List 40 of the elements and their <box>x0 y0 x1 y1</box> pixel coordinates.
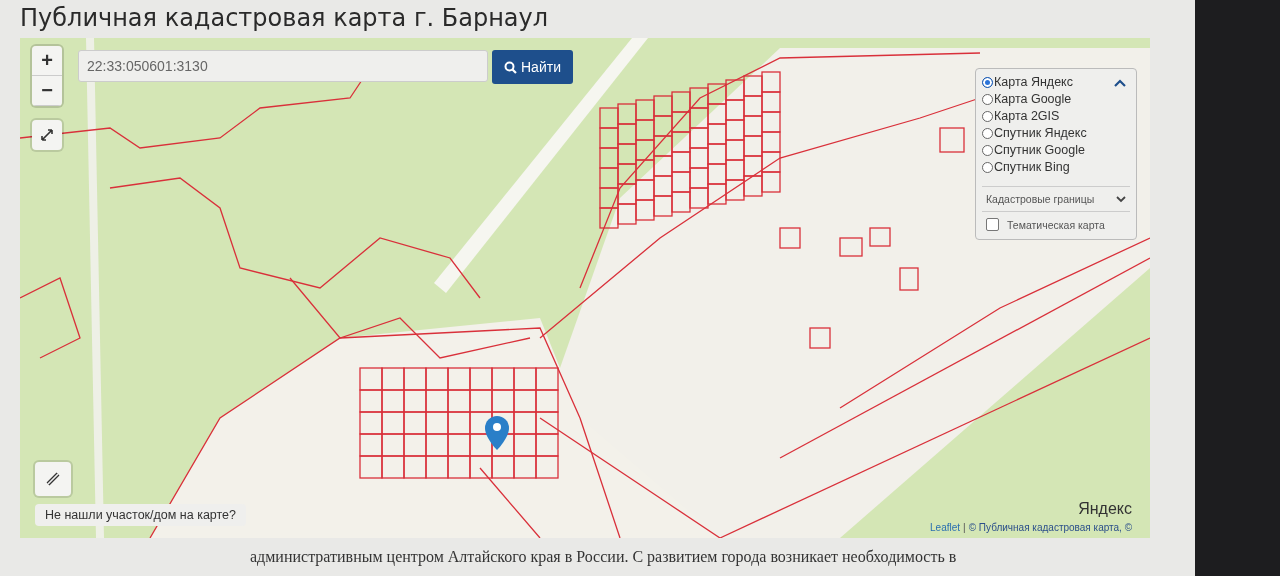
layer-label: Карта 2GIS <box>994 109 1060 123</box>
layer-option[interactable]: Спутник Яндекс <box>982 126 1130 140</box>
radio-button[interactable] <box>982 127 993 139</box>
radio-button[interactable] <box>982 76 993 88</box>
fullscreen-button[interactable] <box>32 120 62 150</box>
layer-option[interactable]: Спутник Google <box>982 143 1130 157</box>
zoom-out-button[interactable]: − <box>32 76 62 106</box>
leaflet-link[interactable]: Leaflet <box>930 522 961 533</box>
measure-button[interactable] <box>35 462 71 496</box>
location-pin-icon <box>485 416 509 450</box>
zoom-in-button[interactable]: + <box>32 46 62 76</box>
help-link[interactable]: Не нашли участок/дом на карте? <box>35 504 247 526</box>
search-field[interactable]: 22:33:050601:3130 <box>78 50 488 82</box>
overlay-select[interactable]: Кадастровые границы <box>982 186 1130 212</box>
checkbox[interactable] <box>986 218 999 231</box>
layer-option[interactable]: Спутник Bing <box>982 160 1130 174</box>
layer-label: Карта Яндекс <box>994 75 1073 89</box>
layer-label: Спутник Яндекс <box>994 126 1087 140</box>
radio-button[interactable] <box>982 110 993 122</box>
layer-label: Спутник Bing <box>994 160 1070 174</box>
layer-option[interactable]: Карта Google <box>982 92 1130 106</box>
radio-button[interactable] <box>982 161 993 173</box>
checkbox-label: Тематическая карта <box>1007 218 1105 231</box>
collapse-chevron-icon[interactable] <box>1114 79 1126 87</box>
chevron-down-icon <box>1116 195 1126 203</box>
search-button[interactable]: Найти <box>492 50 573 84</box>
yandex-logo: Яндекс <box>1078 500 1132 518</box>
layer-option[interactable]: Карта 2GIS <box>982 109 1130 123</box>
expand-icon <box>40 128 54 142</box>
attribution-separator: | <box>963 522 966 533</box>
attribution-link[interactable]: © Публичная кадастровая карта, © <box>968 522 1132 533</box>
radio-button[interactable] <box>982 144 993 156</box>
ruler-icon <box>45 471 61 487</box>
radio-button[interactable] <box>982 93 993 105</box>
search-icon <box>504 60 517 74</box>
layer-option[interactable]: Карта Яндекс <box>982 75 1130 89</box>
layer-label: Карта Google <box>994 92 1072 106</box>
page-title: Публичная кадастровая карта г. Барнаул <box>20 3 550 34</box>
body-paragraph: административным центром Алтайского края в России. С развитием города возникает необходимость в <box>249 548 958 566</box>
layer-label: Спутник Google <box>994 143 1085 157</box>
